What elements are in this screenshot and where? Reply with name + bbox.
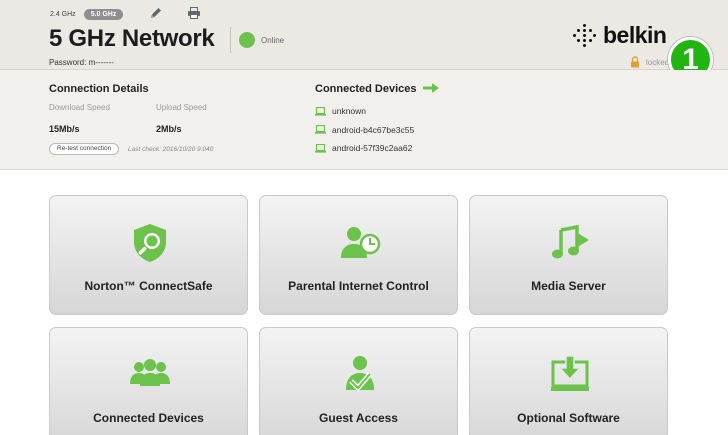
norton-shield-icon: [134, 224, 166, 262]
brand-name: belkin: [603, 22, 667, 48]
parental-control-icon: [341, 227, 381, 258]
tile-label: Media Server: [531, 279, 606, 293]
laptop-icon: [315, 143, 326, 153]
tile-media-server[interactable]: Media Server: [469, 195, 668, 315]
download-speed-value: 15Mb/s: [49, 124, 80, 134]
pencil-icon[interactable]: [149, 6, 163, 20]
tile-label: Connected Devices: [93, 411, 204, 425]
tile-label: Guest Access: [319, 411, 398, 425]
network-title: 5 GHz Network: [49, 25, 215, 52]
band-tab-2-4ghz[interactable]: 2.4 GHz: [50, 11, 76, 18]
band-tabs: 2.4 GHz 5.0 GHz: [50, 9, 124, 20]
band-tab-5ghz[interactable]: 5.0 GHz: [83, 9, 124, 20]
header: 2.4 GHz 5.0 GHz 5 GHz Network Online Pas…: [0, 0, 728, 82]
details-panel: Connection Details Download Speed Upload…: [0, 70, 728, 170]
tile-label: Optional Software: [517, 411, 620, 425]
printer-icon[interactable]: [187, 6, 201, 20]
tile-optional-software[interactable]: Optional Software: [469, 327, 668, 435]
tile-connected-devices[interactable]: Connected Devices: [49, 327, 248, 435]
device-name: android-57f39c2aa62: [332, 143, 413, 154]
tile-norton-connectsafe[interactable]: Norton™ ConnectSafe: [49, 195, 248, 315]
status-online-icon: [239, 32, 255, 48]
list-item[interactable]: android-57f39c2aa62: [315, 139, 414, 158]
laptop-icon: [315, 125, 326, 134]
connected-devices-title[interactable]: Connected Devices: [315, 83, 416, 95]
arrow-right-icon[interactable]: [423, 83, 439, 93]
tile-parental-internet-control[interactable]: Parental Internet Control: [259, 195, 458, 315]
list-item[interactable]: android-b4c67be3c55: [315, 121, 414, 140]
optional-software-icon: [551, 355, 589, 391]
list-item[interactable]: unknown: [315, 102, 414, 121]
lock-icon: [631, 56, 639, 68]
status-text: Online: [261, 36, 285, 45]
brand-logo: belkin: [573, 22, 667, 49]
device-list: unknown android-b4c67be3c55 android-57f3…: [315, 102, 414, 158]
header-divider: [230, 27, 231, 53]
upload-speed-label: Upload Speed: [156, 103, 207, 112]
device-name: unknown: [332, 106, 367, 117]
last-check-text: Last check: 2016/10/20 9:040: [128, 146, 214, 153]
connected-devices-icon: [130, 359, 170, 386]
guest-access-icon: [346, 356, 374, 392]
tile-guest-access[interactable]: Guest Access: [259, 327, 458, 435]
connection-details-title: Connection Details: [49, 83, 149, 95]
download-speed-label: Download Speed: [49, 103, 110, 112]
media-server-icon: [552, 224, 589, 259]
laptop-icon: [315, 106, 326, 116]
belkin-dots-icon: [573, 23, 597, 48]
tile-label: Norton™ ConnectSafe: [84, 279, 213, 293]
retest-connection-button[interactable]: Re-test connection: [49, 143, 120, 155]
lock-status: locked: [646, 58, 670, 67]
tile-label: Parental Internet Control: [288, 279, 429, 293]
device-name: android-b4c67be3c55: [332, 124, 415, 135]
password-text: Password: m-------: [49, 58, 114, 67]
upload-speed-value: 2Mb/s: [156, 124, 182, 134]
